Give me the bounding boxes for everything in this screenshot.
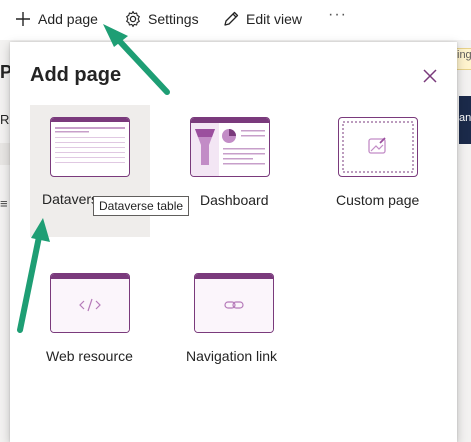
settings-label: Settings: [148, 11, 199, 27]
add-page-panel: Add page Datavers Dashboard Custom page …: [10, 42, 457, 442]
plus-icon: [14, 10, 32, 28]
tile-label: Navigation link: [186, 348, 278, 364]
settings-button[interactable]: Settings: [124, 10, 199, 28]
tile-dataverse-table[interactable]: Datavers: [30, 105, 150, 237]
close-button[interactable]: [420, 66, 440, 86]
table-thumbnail-icon: [50, 117, 130, 177]
add-page-button[interactable]: Add page: [14, 10, 98, 28]
panel-title: Add page: [30, 64, 122, 86]
close-icon: [420, 69, 440, 90]
link-thumbnail-icon: [194, 273, 274, 333]
tile-label: Custom page: [336, 192, 420, 208]
add-page-label: Add page: [38, 11, 98, 27]
tile-label: Datavers: [42, 191, 99, 207]
code-thumbnail-icon: [50, 273, 130, 333]
background-warning-banner: ing v: [455, 48, 471, 70]
tile-label: Web resource: [46, 348, 133, 364]
custom-page-thumbnail-icon: [338, 117, 418, 177]
list-icon: ≡: [0, 196, 8, 211]
edit-view-label: Edit view: [246, 11, 303, 27]
pencil-icon: [222, 10, 240, 28]
tile-label: Dashboard: [200, 192, 269, 208]
dashboard-thumbnail-icon: [190, 117, 270, 177]
edit-view-button[interactable]: Edit view: [222, 10, 302, 28]
gear-icon: [124, 10, 142, 28]
command-bar: Add page Settings Edit view ···: [0, 0, 471, 40]
background-primary-button: an: [459, 96, 471, 144]
tooltip: Dataverse table: [93, 196, 190, 216]
more-options-button[interactable]: ···: [328, 6, 347, 24]
